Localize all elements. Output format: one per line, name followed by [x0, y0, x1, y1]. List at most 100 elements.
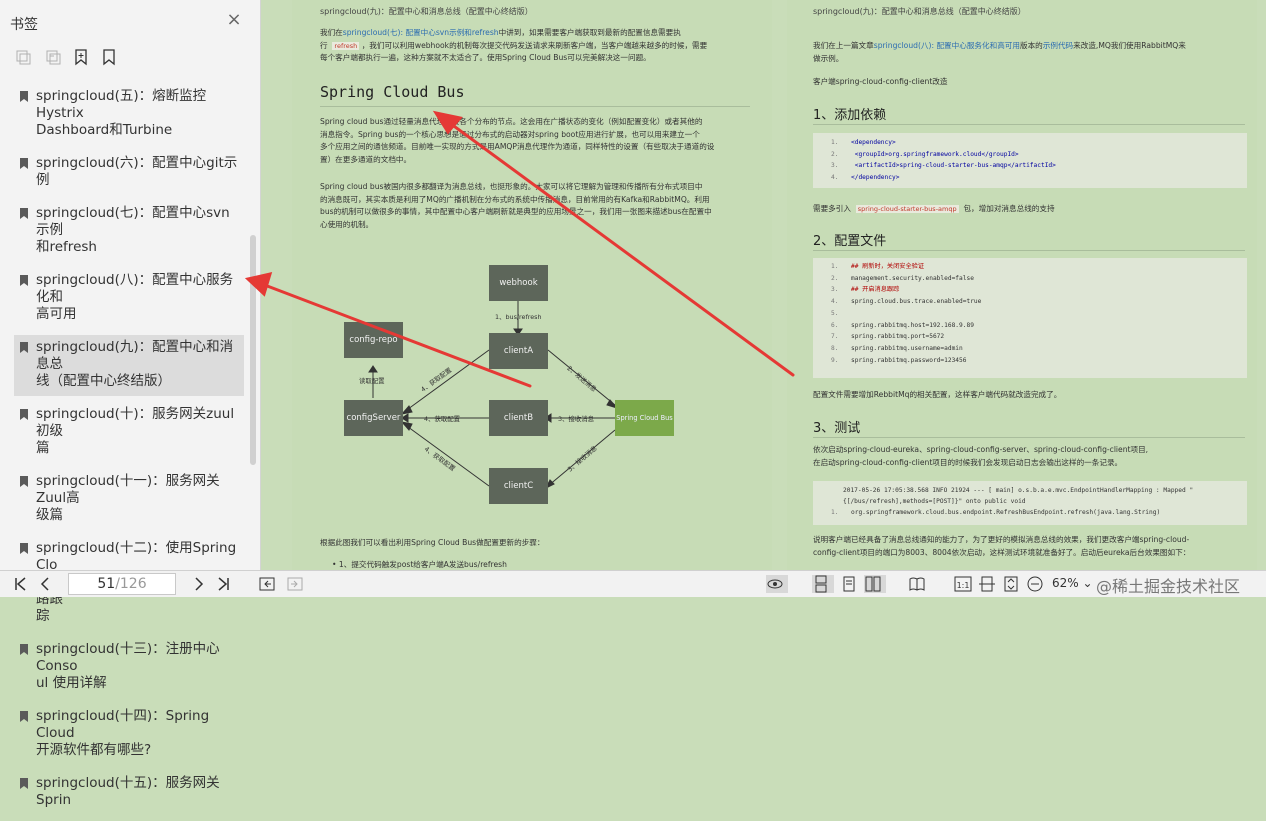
zoom-level[interactable]: 62% ⌄ — [1052, 576, 1093, 590]
final-paragraph: 说明客户端已经具备了消息总线通知的能力了，为了更好的模拟消息总线的效果，我们更改… — [813, 534, 1253, 559]
bookmark-icon — [20, 543, 28, 554]
document-page-left: springcloud(九)：配置中心和消息总线（配置中心终结版） 我们在spr… — [292, 0, 772, 570]
bookmark-label: 高可用 — [36, 306, 77, 322]
bookmark-label: springcloud(十二)：使用Spring Clo — [36, 540, 237, 573]
page-number-input[interactable]: 51/126 — [68, 573, 176, 595]
watermark: @稀土掘金技术社区 — [1096, 577, 1241, 596]
divider — [813, 124, 1245, 125]
bookmark-item[interactable]: springcloud(十一)：服务网关Zuul高 级篇 — [14, 469, 244, 530]
bookmark-label: springcloud(八)：配置中心服务化和 — [36, 272, 234, 305]
log-line: {[/bus/refresh],methods=[POST]}" onto pu… — [843, 498, 1026, 505]
book-view-icon[interactable] — [908, 575, 926, 593]
bookmark-icon[interactable] — [100, 48, 118, 66]
code-block-log: 2017-05-26 17:05:38.568 INFO 21924 --- [… — [813, 481, 1247, 525]
log-line: 1. org.springframework.cloud.bus.endpoint… — [831, 509, 1161, 516]
next-page-icon[interactable] — [190, 575, 208, 593]
zoom-value: 62% — [1052, 576, 1079, 590]
two-page-icon[interactable] — [864, 575, 886, 593]
bookmark-icon — [20, 275, 28, 286]
first-page-icon[interactable] — [12, 575, 30, 593]
bookmark-label: 线（配置中心终结版） — [36, 373, 171, 389]
fit-page-icon[interactable] — [1002, 575, 1020, 593]
heading-config-file: 2、配置文件 — [813, 234, 887, 249]
fit-width-icon[interactable] — [978, 575, 996, 593]
bookmark-label: springcloud(六)：配置中心git示例 — [36, 155, 238, 188]
code-line: 3. ## 开启消息跟踪 — [831, 284, 899, 296]
code-line: 8. spring.rabbitmq.username=admin — [831, 343, 963, 355]
bookmark-icon — [20, 778, 28, 789]
code-text: <groupId>org.springframework.cloud</grou… — [851, 150, 1019, 158]
bookmark-label: springcloud(十三)：注册中心 Conso — [36, 641, 220, 674]
last-page-icon[interactable] — [214, 575, 232, 593]
back-icon[interactable] — [258, 575, 276, 593]
client-section-title: 客户端spring-cloud-config-client改造 — [813, 77, 948, 86]
svg-text:1:1: 1:1 — [957, 581, 970, 590]
text: config-client项目的端口为8003、8004依次启动，这样测试环境就… — [813, 547, 1191, 557]
add-bookmark-icon[interactable] — [72, 48, 90, 66]
text: 来改造,MQ我们使用RabbitMQ来 — [1073, 41, 1186, 50]
diagram-label-bus-refresh: 1、bus/refresh — [495, 313, 542, 321]
bookmark-label: 级篇 — [36, 507, 63, 523]
close-icon[interactable]: × — [226, 11, 242, 29]
running-head: springcloud(九)：配置中心和消息总线（配置中心终结版） — [813, 7, 1026, 16]
sidebar-scrollbar[interactable] — [250, 235, 256, 465]
intro-link-sample-code[interactable]: 示例代码 — [1043, 41, 1073, 50]
diagram-node-clientB: clientB — [489, 400, 548, 436]
log-text: org.springframework.cloud.bus.endpoint.R… — [851, 509, 1161, 516]
bookmark-item[interactable]: springcloud(十)：服务网关zuul初级篇 — [14, 402, 244, 463]
bookmark-icon — [20, 711, 28, 722]
previous-page-icon[interactable] — [36, 575, 54, 593]
line-number: 3. — [831, 162, 839, 170]
bookmark-item[interactable]: springcloud(七)：配置中心svn示例 和refresh — [14, 201, 244, 262]
bookmark-sidebar: 书签 × springcloud(五)：熔断监控Hystrix Dashboard… — [0, 0, 261, 808]
eye-protection-icon[interactable] — [766, 575, 788, 593]
code-text: <dependency> — [851, 139, 896, 146]
config-note: 配置文件需要增加RebbitMq的相关配置，这样客户端代码就改造完成了。 — [813, 390, 1062, 399]
code-line: 4. spring.cloud.bus.trace.enabled=true — [831, 296, 981, 308]
continuous-scroll-icon[interactable] — [812, 575, 834, 593]
line-number: 4. — [831, 298, 839, 306]
code-line: 5. — [831, 308, 851, 320]
line-number: 2. — [831, 150, 839, 158]
total-pages: /126 — [115, 576, 147, 592]
step-item: • 1、提交代码触发post给客户端A发送bus/refresh — [332, 560, 507, 569]
bookmark-item[interactable]: springcloud(六)：配置中心git示例 — [14, 151, 244, 195]
intro-link-article[interactable]: springcloud(八): 配置中心服务化和高可用 — [874, 41, 1020, 50]
diagram-label-receive-message-b: 3、接收消息 — [558, 415, 595, 423]
diagram-label-get-config-b: 4、获取配置 — [424, 415, 461, 423]
zoom-out-icon[interactable] — [1026, 575, 1044, 593]
bookmark-item[interactable]: springcloud(十三)：注册中心 Conso ul 使用详解 — [14, 637, 244, 698]
text: 包，增加对消息总线的支持 — [963, 204, 1055, 213]
forward-icon[interactable] — [286, 575, 304, 593]
code-text: spring.cloud.bus.trace.enabled=true — [851, 298, 982, 306]
actual-size-icon[interactable]: 1:1 — [954, 575, 972, 593]
single-page-icon[interactable] — [840, 575, 858, 593]
collapse-all-icon[interactable] — [44, 48, 62, 66]
bookmark-item[interactable]: springcloud(五)：熔断监控Hystrix Dashboard和Turb… — [14, 84, 244, 145]
inline-code: spring-cloud-starter-bus-amqp — [855, 205, 959, 213]
code-line: 1. ## 刷新时，关闭安全验证 — [831, 261, 924, 273]
bottom-toolbar: 51/126 1:1 62% ⌄ @稀土掘金技术社区 — [0, 570, 1266, 597]
bookmark-label: 和refresh — [36, 239, 97, 255]
bookmark-item[interactable]: springcloud(十五)：服务网关 Sprin — [14, 771, 244, 815]
bookmark-item[interactable]: springcloud(八)：配置中心服务化和 高可用 — [14, 268, 244, 329]
line-number: 9. — [831, 356, 839, 364]
bookmark-label: springcloud(五)：熔断监控Hystrix — [36, 88, 207, 121]
code-line: 1. <dependency> — [831, 137, 896, 149]
bookmark-icon — [20, 91, 28, 102]
bookmark-label: Dashboard和Turbine — [36, 122, 173, 138]
diagram-label-read-config: 读取配置 — [359, 377, 385, 385]
line-number: 4. — [831, 174, 839, 182]
dependency-note: 需要多引入 spring-cloud-starter-bus-amqp 包，增加… — [813, 203, 1055, 216]
intro-paragraph: 我们在上一篇文章springcloud(八): 配置中心服务化和高可用版本的示例… — [813, 40, 1253, 65]
code-text: spring.rabbitmq.port=5672 — [851, 333, 945, 341]
log-line: 2017-05-26 17:05:38.568 INFO 21924 --- [… — [843, 487, 1194, 494]
bookmark-item[interactable]: springcloud(九)：配置中心和消息总 线（配置中心终结版） — [14, 335, 244, 396]
code-line: 9. spring.rabbitmq.password=123456 — [831, 355, 966, 367]
code-line: 4. </dependency> — [831, 172, 899, 184]
bookmark-item[interactable]: springcloud(十四)：Spring Cloud 开源软件都有哪些? — [14, 704, 244, 765]
expand-all-icon[interactable] — [14, 48, 32, 66]
sidebar-title: 书签 — [10, 17, 38, 33]
bookmark-icon — [20, 409, 28, 420]
current-page: 51 — [97, 576, 116, 592]
